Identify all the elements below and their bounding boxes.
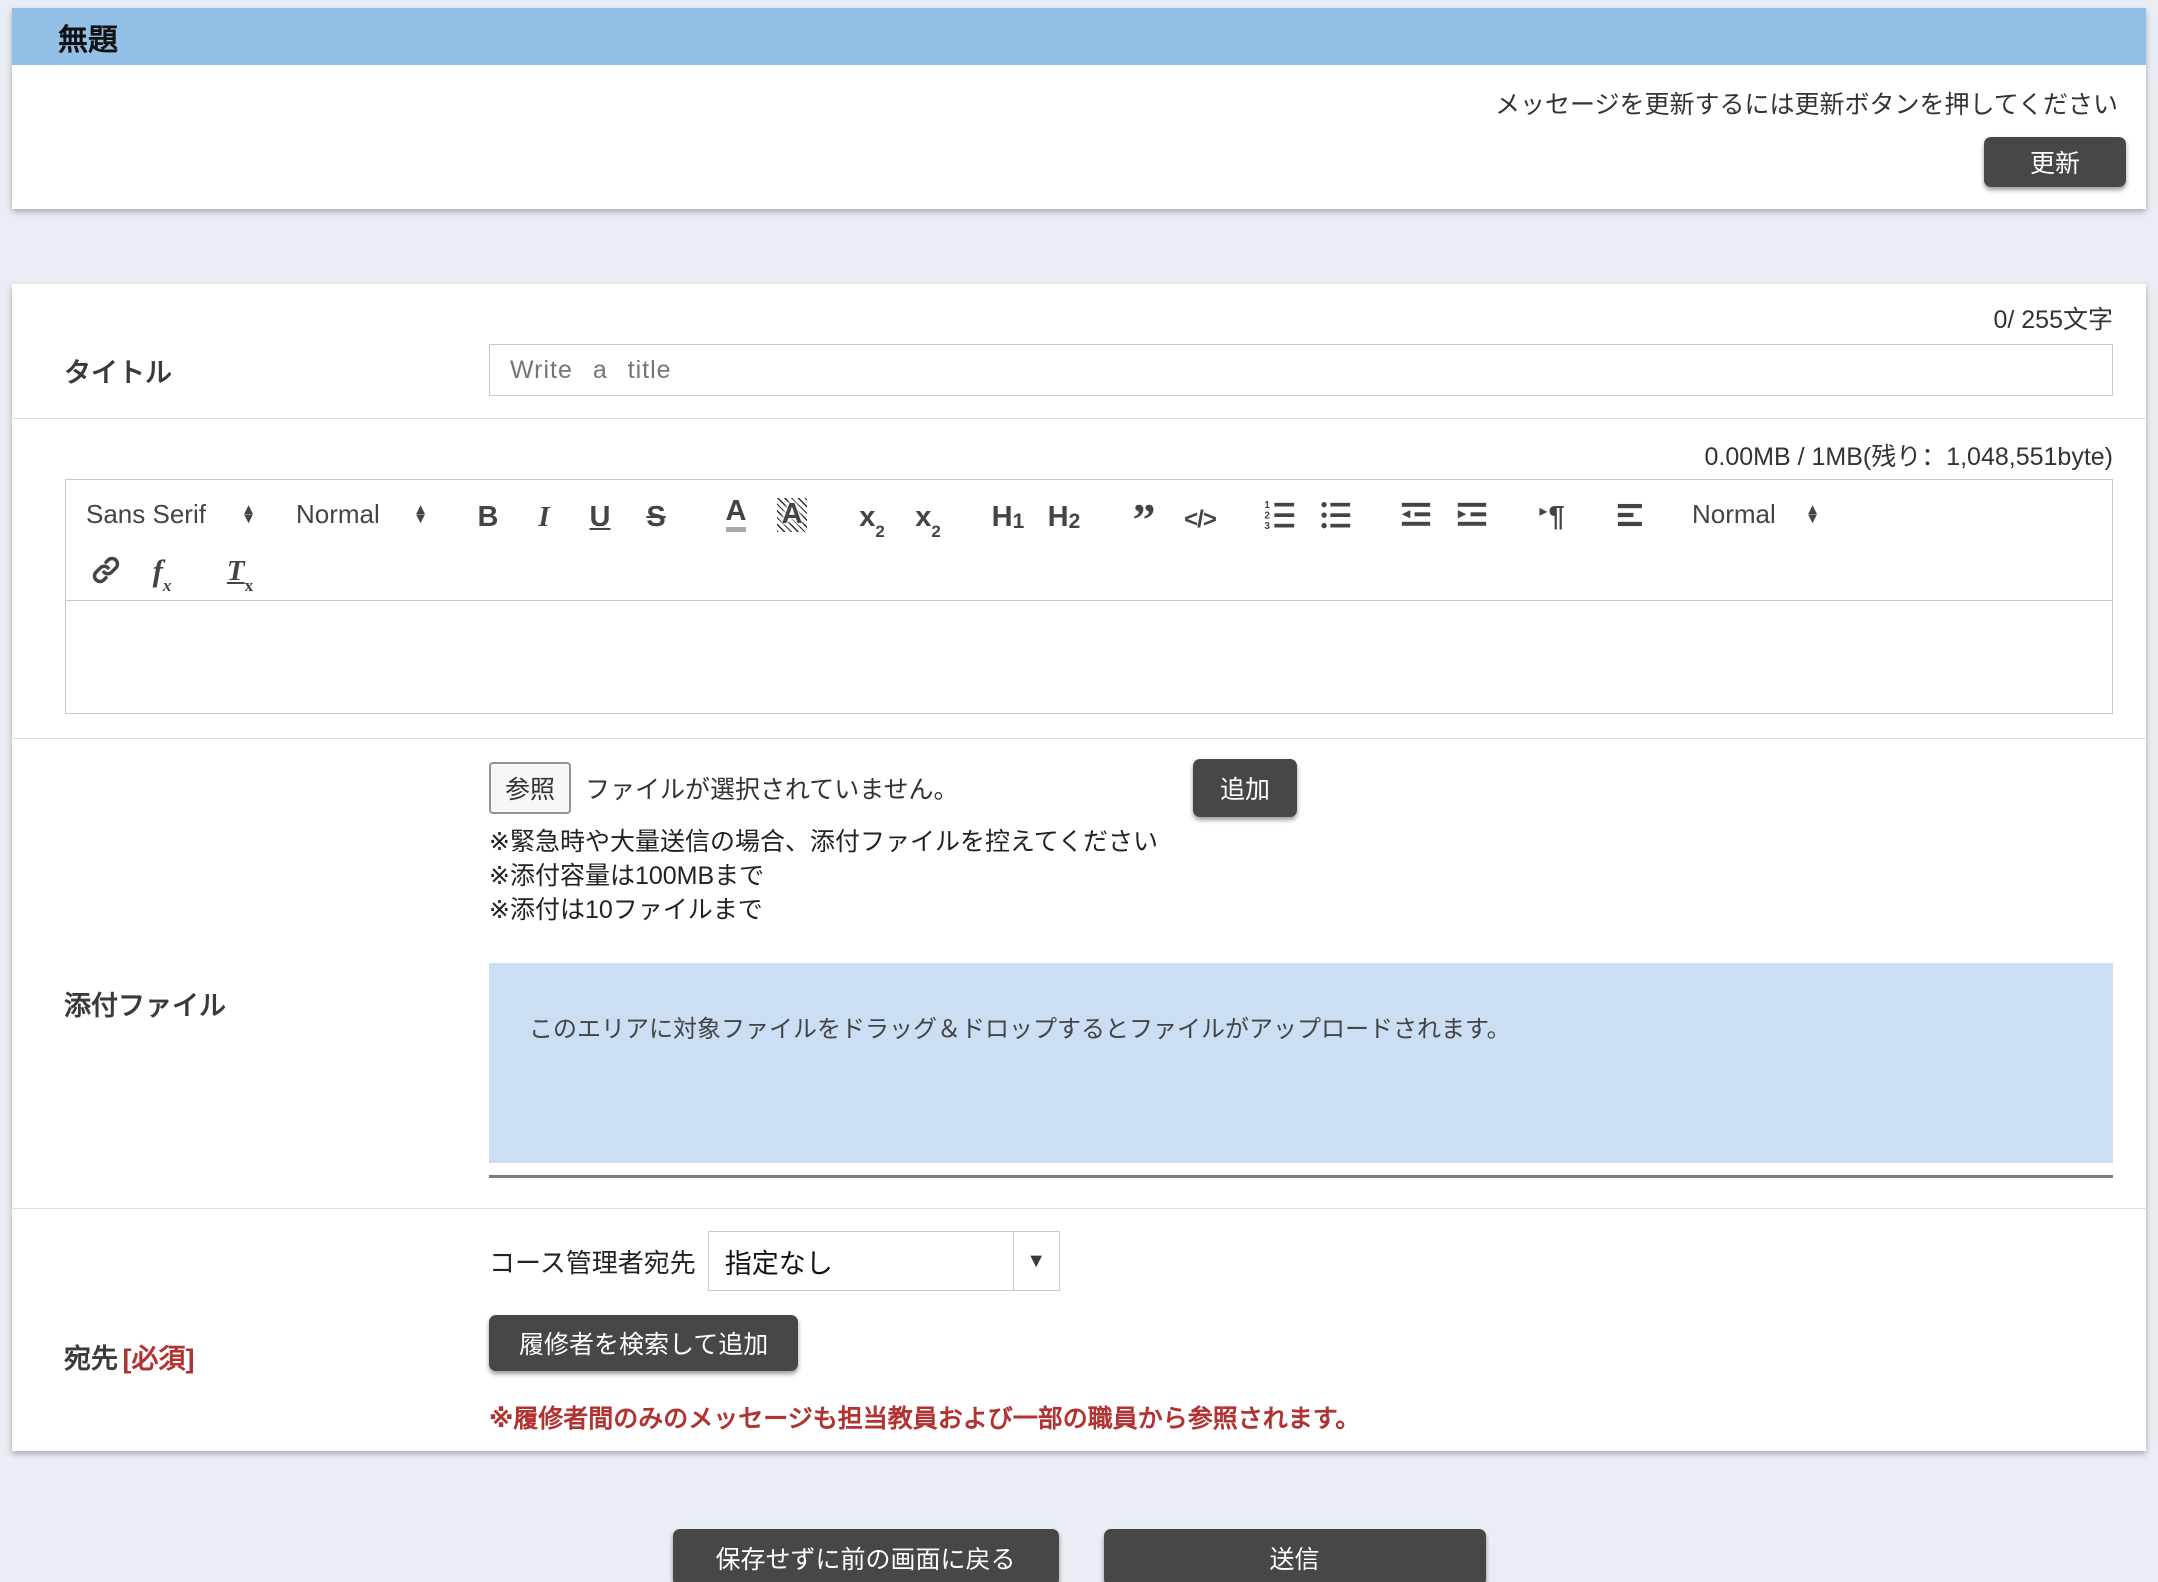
align-button[interactable] (1612, 492, 1652, 536)
update-notice-text: メッセージを更新するには更新ボタンを押してください (32, 85, 2126, 121)
footer-actions: 保存せずに前の画面に戻る 送信 (0, 1529, 2158, 1582)
text-color-icon: A (726, 497, 747, 532)
chevron-down-icon: ▼ (1013, 1232, 1059, 1290)
link-button[interactable] (86, 546, 126, 590)
page-title: 無題 (58, 15, 118, 59)
clean-format-icon: T (227, 557, 245, 586)
recipient-warning-note: ※履修者間のみのメッセージも担当教員および一部の職員から参照されます。 (489, 1399, 2113, 1435)
size-picker[interactable]: Normal ▲▼ (1692, 499, 1820, 530)
text-color-button[interactable]: A (716, 492, 756, 536)
attachment-label: 添付ファイル (64, 991, 226, 1021)
picker-arrows-icon: ▲▼ (413, 505, 428, 524)
svg-text:3: 3 (1264, 521, 1270, 532)
file-dropzone[interactable]: このエリアに対象ファイルをドラッグ＆ドロップするとファイルがアップロードされます… (489, 963, 2113, 1163)
background-color-button[interactable]: A (772, 492, 812, 536)
svg-text:1: 1 (1264, 500, 1270, 511)
ordered-list-button[interactable]: 1 2 3 (1260, 492, 1300, 536)
heading2-button[interactable]: H2 (1044, 492, 1084, 536)
attachment-note: ※添付は10ファイルまで (489, 893, 2113, 927)
link-icon (90, 554, 122, 586)
svg-text:2: 2 (1264, 511, 1270, 522)
formula-icon: f (153, 555, 163, 586)
message-form-card: 0/ 255文字 タイトル 0.00MB / 1MB(残り：1,048,551b… (12, 284, 2146, 1451)
capacity-counter: 0.00MB / 1MB(残り：1,048,551byte) (12, 437, 2113, 473)
format-picker[interactable]: Normal ▲▼ (296, 499, 428, 530)
back-without-saving-button[interactable]: 保存せずに前の画面に戻る (673, 1529, 1059, 1582)
blockquote-button[interactable]: ” (1124, 492, 1164, 536)
attachment-notes: ※緊急時や大量送信の場合、添付ファイルを控えてください ※添付容量は100MBま… (489, 825, 2113, 927)
attachment-note: ※添付容量は100MBまで (489, 859, 2113, 893)
heading1-button[interactable]: H1 (988, 492, 1028, 536)
background-color-icon: A (777, 498, 808, 532)
indent-icon (1455, 498, 1489, 532)
course-admin-recipient-label: コース管理者宛先 (489, 1243, 696, 1280)
rich-text-editor: Sans Serif ▲▼ Normal ▲▼ (65, 479, 2113, 714)
code-block-button[interactable]: </> (1180, 492, 1220, 536)
ordered-list-icon: 1 2 3 (1263, 498, 1297, 532)
bullet-list-icon (1319, 498, 1353, 532)
code-icon: </> (1184, 508, 1216, 532)
browse-file-button[interactable]: 参照 (489, 762, 571, 814)
outdent-button[interactable] (1396, 492, 1436, 536)
align-icon (1615, 498, 1649, 532)
update-button[interactable]: 更新 (1984, 137, 2126, 187)
picker-arrows-icon: ▲▼ (241, 505, 256, 524)
recipient-row: 宛先 [必須] コース管理者宛先 指定なし ▼ 履修者を検索して追加 ※履修者間… (12, 1209, 2146, 1451)
message-title-bar: 無題 (12, 8, 2146, 65)
clean-format-button[interactable]: Tx (220, 546, 260, 590)
picker-arrows-icon: ▲▼ (1805, 505, 1820, 524)
attachment-row: 添付ファイル 参照 ファイルが選択されていません。 追加 ※緊急時や大量送信の場… (12, 739, 2146, 1209)
no-file-selected-text: ファイルが選択されていません。 (585, 770, 959, 806)
formula-button[interactable]: fx (142, 546, 182, 590)
attachment-note: ※緊急時や大量送信の場合、添付ファイルを控えてください (489, 825, 2113, 859)
underline-button[interactable]: U (580, 492, 620, 536)
title-input[interactable] (489, 344, 2113, 396)
direction-icon: ▸ (1539, 504, 1547, 520)
editor-toolbar: Sans Serif ▲▼ Normal ▲▼ (66, 480, 2112, 601)
strikethrough-button[interactable]: S (636, 492, 676, 536)
italic-button[interactable]: I (524, 492, 564, 536)
required-badge: [必須] (122, 1344, 194, 1374)
title-row: 0/ 255文字 タイトル (12, 284, 2146, 419)
message-header-card: 無題 メッセージを更新するには更新ボタンを押してください 更新 (12, 8, 2146, 209)
editor-content-area[interactable] (66, 601, 2112, 713)
dropzone-text: このエリアに対象ファイルをドラッグ＆ドロップするとファイルがアップロードされます… (529, 1016, 1511, 1043)
update-section: メッセージを更新するには更新ボタンを押してください 更新 (12, 65, 2146, 209)
recipient-label: 宛先 (64, 1344, 118, 1374)
bold-button[interactable]: B (468, 492, 508, 536)
subscript-button[interactable]: x2 (852, 492, 892, 536)
title-char-counter: 0/ 255文字 (12, 300, 2113, 336)
course-admin-select-value: 指定なし (709, 1232, 1013, 1290)
text-direction-button[interactable]: ▸¶ (1532, 492, 1572, 536)
search-students-button[interactable]: 履修者を検索して追加 (489, 1315, 798, 1371)
font-picker[interactable]: Sans Serif ▲▼ (86, 499, 256, 530)
editor-row: 0.00MB / 1MB(残り：1,048,551byte) Sans Seri… (12, 419, 2146, 739)
title-label: タイトル (64, 358, 172, 388)
outdent-icon (1399, 498, 1433, 532)
dropzone-divider (489, 1175, 2113, 1178)
bullet-list-button[interactable] (1316, 492, 1356, 536)
blockquote-icon: ” (1133, 491, 1156, 532)
course-admin-select[interactable]: 指定なし ▼ (708, 1231, 1060, 1291)
send-button[interactable]: 送信 (1104, 1529, 1486, 1582)
superscript-button[interactable]: x2 (908, 492, 948, 536)
add-attachment-button[interactable]: 追加 (1193, 759, 1297, 817)
indent-button[interactable] (1452, 492, 1492, 536)
